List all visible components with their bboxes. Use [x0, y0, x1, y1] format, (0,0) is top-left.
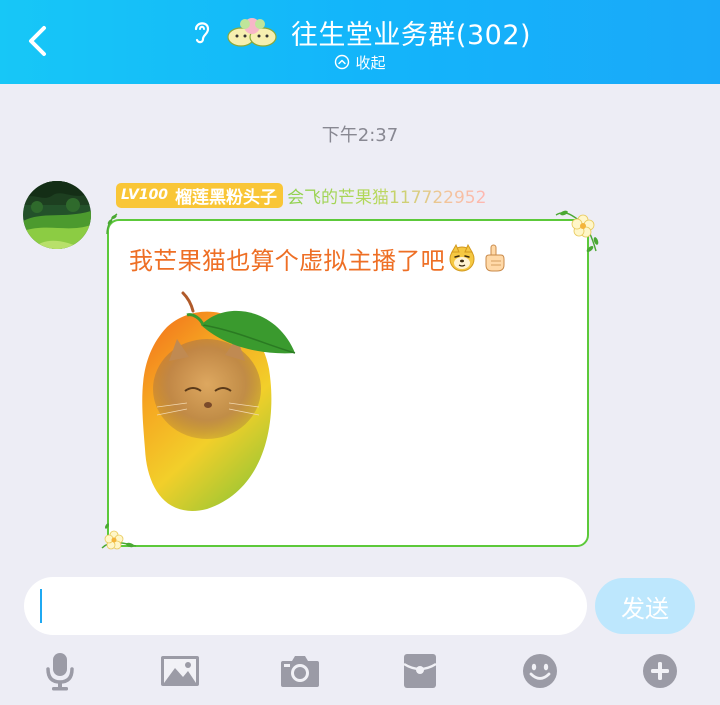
member-level-badge[interactable]: LV100 榴莲黑粉头子 [116, 182, 284, 208]
camera-button[interactable] [278, 650, 322, 692]
header-title-row[interactable]: 往生堂业务群(302) [0, 10, 720, 54]
message-content: 我芒果猫也算个虚拟主播了吧 [129, 239, 509, 277]
group-title: 往生堂业务群(302) [290, 19, 532, 51]
avatar[interactable] [23, 181, 91, 249]
collapse-label: 收起 [355, 53, 386, 72]
message-timestamp: 下午2:37 [321, 125, 399, 146]
vine-decoration-icon [106, 213, 118, 235]
send-button[interactable]: 发送 [595, 578, 695, 634]
more-button[interactable] [638, 650, 682, 692]
avatar-landscape-image [23, 181, 91, 249]
ear-icon [194, 22, 210, 44]
red-packet-icon [403, 654, 437, 688]
chat-header: 往生堂业务群(302) 收起 [0, 0, 720, 84]
message-input[interactable] [24, 577, 587, 635]
pointing-up-hand-emoji [485, 244, 505, 272]
chevron-up-circle-icon [335, 54, 350, 70]
microphone-icon [46, 653, 74, 691]
flower-decoration-icon [101, 523, 137, 550]
image-icon [161, 656, 199, 686]
plus-icon [643, 654, 677, 688]
group-emoji-icon [227, 18, 277, 47]
message-text: 我芒果猫也算个虚拟主播了吧 [129, 246, 445, 275]
emoji-button[interactable] [518, 650, 562, 692]
voice-button[interactable] [38, 650, 82, 692]
collapse-toggle[interactable]: 收起 [0, 51, 720, 73]
camera-icon [281, 656, 319, 687]
sender-row: LV100 榴莲黑粉头子 会飞的芒果猫117722952 [116, 181, 486, 209]
photo-button[interactable] [158, 650, 202, 692]
text-caret [40, 589, 42, 623]
level-label: LV100 [121, 187, 169, 203]
red-packet-button[interactable] [398, 650, 442, 692]
member-title: 榴莲黑粉头子 [175, 187, 278, 208]
doge-face-emoji [449, 243, 475, 272]
smiley-icon [523, 654, 557, 688]
flower-decoration-icon [555, 210, 599, 252]
sender-name[interactable]: 会飞的芒果猫117722952 [287, 183, 486, 208]
mango-cat-sticker[interactable] [127, 289, 299, 517]
